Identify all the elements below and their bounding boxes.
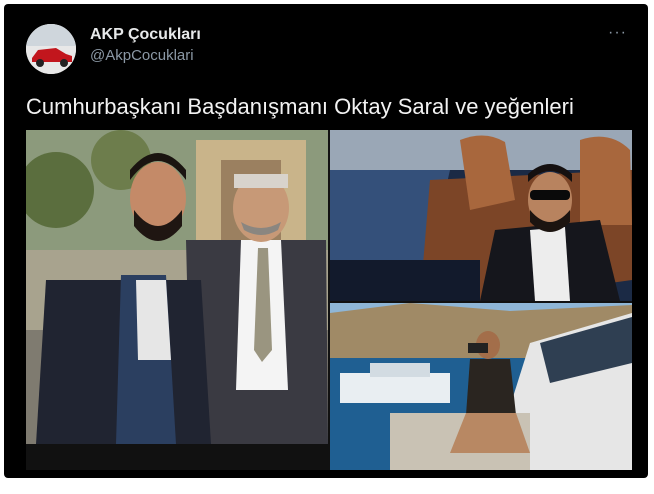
avatar[interactable] [26,24,76,74]
account-name[interactable]: AKP Çocukları [90,26,201,44]
tweet-card[interactable]: AKP Çocukları @AkpCocuklari ··· Cumhurba… [4,4,648,478]
avatar-car-image [26,24,76,74]
tweet-text: Cumhurbaşkanı Başdanışmanı Oktay Saral v… [26,94,574,119]
tweet-media[interactable] [26,130,632,470]
man-in-convertible-car-photo[interactable] [330,130,632,301]
two-men-portrait-photo[interactable] [26,130,328,444]
more-options-icon[interactable]: ··· [608,24,627,42]
man-on-yacht-deck-photo[interactable] [330,303,632,470]
account-handle[interactable]: @AkpCocuklari [90,47,194,64]
